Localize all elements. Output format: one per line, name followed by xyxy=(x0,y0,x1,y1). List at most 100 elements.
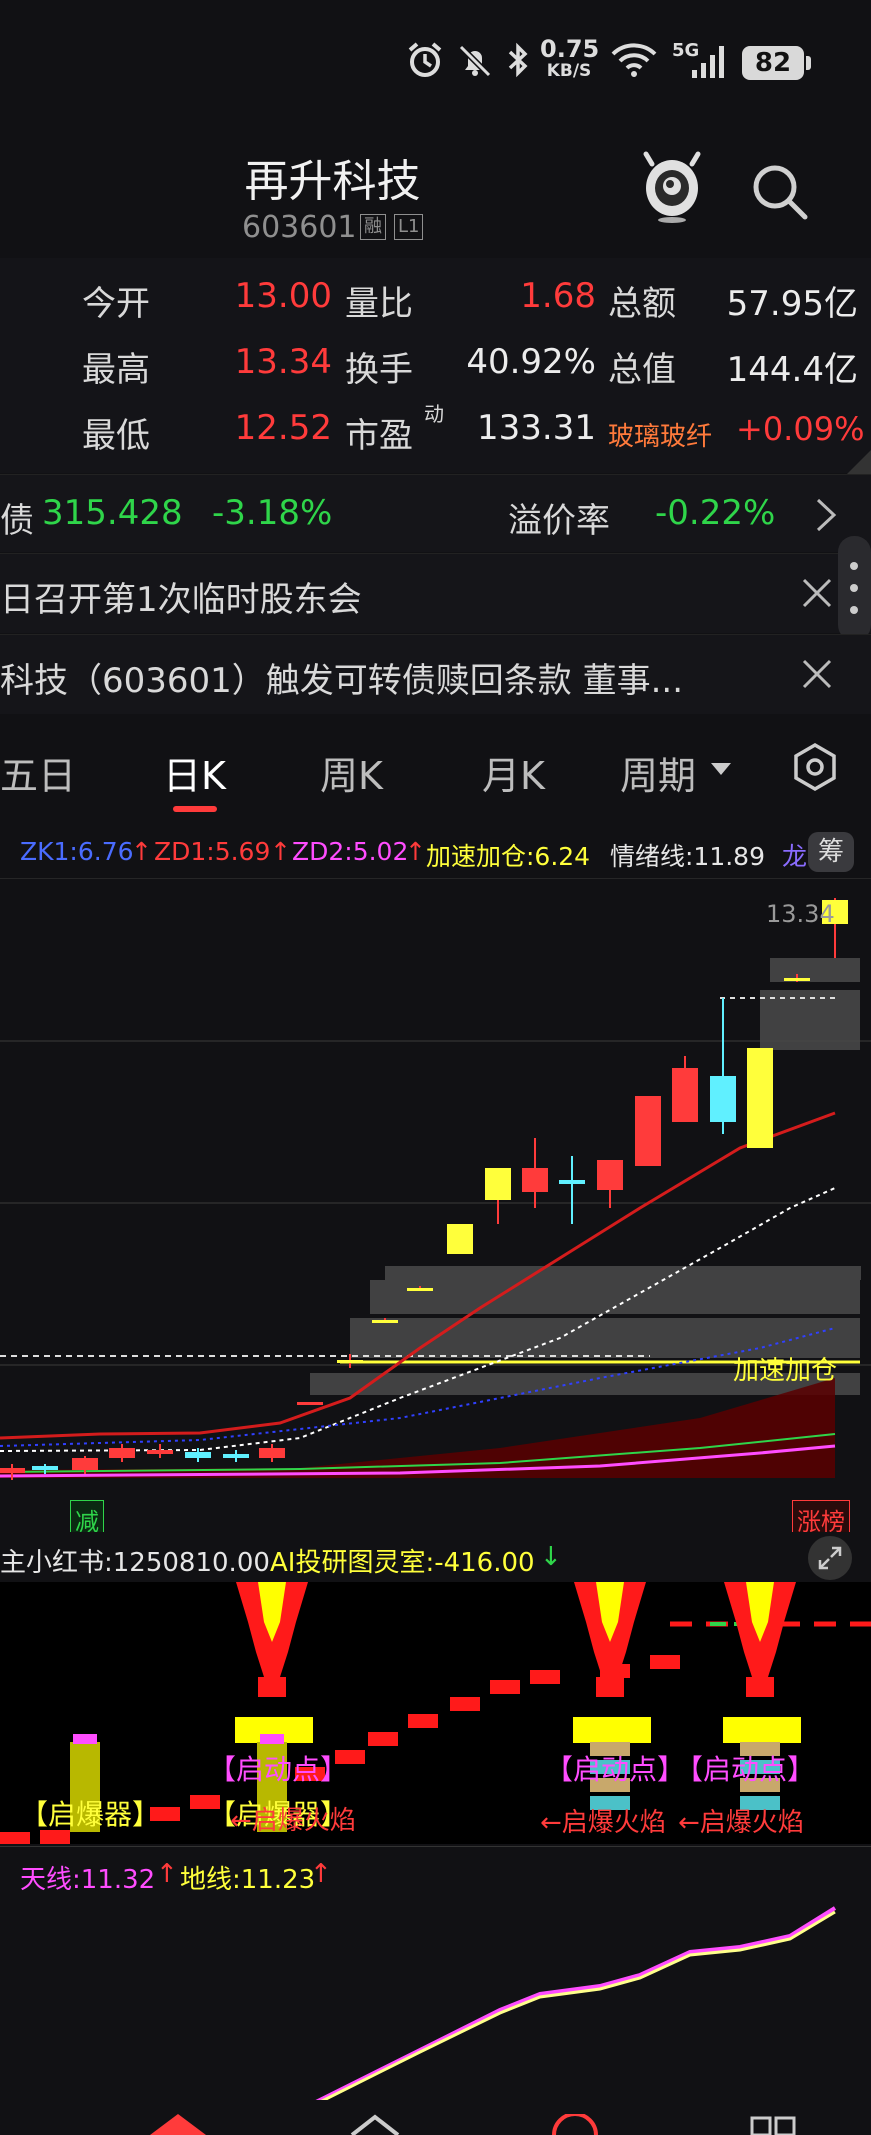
sector-link[interactable]: 玻璃玻纤 xyxy=(608,416,712,453)
low-value: 12.52 xyxy=(234,408,332,448)
menu-grid-icon[interactable] xyxy=(750,2114,796,2135)
up-arrow-icon: ↑ xyxy=(270,837,291,866)
flame-label: ←启爆火焰 xyxy=(230,1806,356,1836)
corner-triangle-icon xyxy=(846,450,871,475)
sky-ground-line-chart[interactable] xyxy=(0,1900,871,2100)
news-item[interactable]: 日召开第1次临时股东会 xyxy=(0,536,871,641)
expand-button[interactable] xyxy=(808,1536,852,1580)
bond-prefix: 债 xyxy=(0,501,34,541)
expand-icon xyxy=(818,1546,842,1570)
support-zone xyxy=(385,1266,861,1280)
tab-five-day[interactable]: 五日 xyxy=(0,745,76,800)
trend-dash xyxy=(368,1732,398,1746)
bond-price: 315.428 xyxy=(42,493,183,533)
premium-label: 溢价率 xyxy=(508,501,610,541)
pe-value: 133.31 xyxy=(477,408,596,448)
signal-block xyxy=(573,1717,651,1743)
news-text: 科技（603601）触发可转债赎回条款 董事... xyxy=(0,661,684,701)
pe-label: 市盈 xyxy=(345,416,413,456)
high-value: 13.34 xyxy=(234,342,332,382)
candle-body xyxy=(223,1454,249,1458)
period-tabs xyxy=(0,715,871,827)
chip-distribution-button[interactable]: 筹 xyxy=(808,832,854,872)
mascot-icon[interactable] xyxy=(640,150,704,224)
close-icon[interactable] xyxy=(800,576,834,610)
market-icon[interactable] xyxy=(350,2114,400,2135)
candlestick-chart[interactable] xyxy=(0,878,871,1528)
up-arrow-icon: ↑ xyxy=(405,837,426,866)
support-zone xyxy=(770,958,860,982)
close-icon[interactable] xyxy=(800,657,834,691)
low-label: 最低 xyxy=(82,416,150,456)
candle-body xyxy=(559,1180,585,1184)
bluetooth-icon xyxy=(508,42,528,78)
tab-period[interactable]: 周期 xyxy=(620,745,696,800)
amount-label: 总额 xyxy=(608,284,676,324)
candle-body xyxy=(635,1096,661,1166)
tab-active-indicator xyxy=(173,806,217,812)
trend-dash xyxy=(650,1655,680,1669)
settings-hexagon-icon[interactable] xyxy=(790,742,840,792)
legend-ai: AI投研图灵室:-416.00 xyxy=(270,1548,535,1578)
more-vertical-icon xyxy=(850,562,858,614)
candle-body xyxy=(372,1320,398,1323)
turnover-label: 换手 xyxy=(345,350,413,390)
search-icon[interactable] xyxy=(750,162,810,222)
caret-down-icon xyxy=(711,763,731,775)
candle-body xyxy=(109,1448,135,1458)
bottom-nav xyxy=(0,2100,871,2135)
accel-label: 加速加仓 xyxy=(733,1356,838,1386)
trade-icon[interactable] xyxy=(550,2114,600,2135)
candle-body xyxy=(784,978,810,981)
bond-change: -3.18% xyxy=(212,493,333,533)
tab-daily-k[interactable]: 日K xyxy=(163,745,226,800)
sub-indicator-legend: 主小红书:1250810.00 AI投研图灵室:-416.00 ↓ xyxy=(0,1532,871,1580)
chevron-right-icon[interactable] xyxy=(814,497,838,533)
trend-dash xyxy=(408,1714,438,1728)
pe-superscript: 动 xyxy=(424,402,444,426)
home-icon[interactable] xyxy=(150,2114,206,2135)
candle-body xyxy=(147,1450,173,1454)
candle-body xyxy=(259,1448,285,1458)
qibaoqi-label: 【启爆器】 xyxy=(20,1798,161,1831)
candle-body xyxy=(747,1048,773,1148)
legend-mood: 情绪线:11.89 xyxy=(610,842,765,871)
high-price-mark: 13.34 xyxy=(766,900,835,928)
candle-body xyxy=(522,1168,548,1192)
level-tag: L1 xyxy=(394,214,424,240)
sector-change: +0.09% xyxy=(736,410,865,448)
flame-label: ←启爆火焰 xyxy=(678,1808,804,1838)
main-indicator-legend: ZK1:6.76 ↑ ZD1:5.69 ↑ ZD2:5.02 ↑ 加速加仓:6.… xyxy=(0,830,871,874)
support-zone xyxy=(370,1280,860,1314)
signal-funnel-stem xyxy=(258,1677,286,1697)
quote-panel: 今开 13.00 量比 1.68 总额 57.95亿 最高 13.34 换手 4… xyxy=(0,258,871,473)
qidongdian-label: 【启动点】 xyxy=(545,1753,686,1786)
news-item[interactable]: 科技（603601）触发可转债赎回条款 董事... xyxy=(0,634,871,714)
candle-body xyxy=(32,1466,58,1470)
tab-monthly-k[interactable]: 月K xyxy=(482,745,545,800)
high-label: 最高 xyxy=(82,350,150,390)
candle-body xyxy=(447,1224,473,1254)
candle-body xyxy=(337,1360,363,1363)
wifi-icon xyxy=(611,43,657,77)
legend-zd2: ZD2:5.02 xyxy=(292,837,409,866)
signal-funnel-stem xyxy=(746,1677,774,1697)
news-text: 日召开第1次临时股东会 xyxy=(0,580,362,620)
mktcap-value: 144.4亿 xyxy=(726,350,858,390)
stock-code: 603601 xyxy=(242,210,357,245)
legend-accel: 加速加仓:6.24 xyxy=(426,842,591,871)
margin-tag: 融 xyxy=(360,214,386,240)
trend-dash xyxy=(450,1697,480,1711)
candle-body xyxy=(407,1288,433,1291)
candle-body xyxy=(485,1168,511,1200)
battery-indicator: 82 xyxy=(742,46,811,80)
candle-body xyxy=(597,1160,623,1190)
premium-value: -0.22% xyxy=(655,493,776,533)
cell-signal-icon xyxy=(692,46,724,78)
bottom-indicator-legend: 天线:11.32 ↑ 地线:11.23 ↑ xyxy=(0,1846,871,1896)
convertible-bond-row[interactable]: 债 315.428 -3.18% 溢价率 -0.22% xyxy=(0,474,871,552)
more-menu[interactable] xyxy=(838,536,871,641)
tab-weekly-k[interactable]: 周K xyxy=(320,745,383,800)
signal-block xyxy=(723,1717,801,1743)
dixian-line xyxy=(320,1910,836,2100)
